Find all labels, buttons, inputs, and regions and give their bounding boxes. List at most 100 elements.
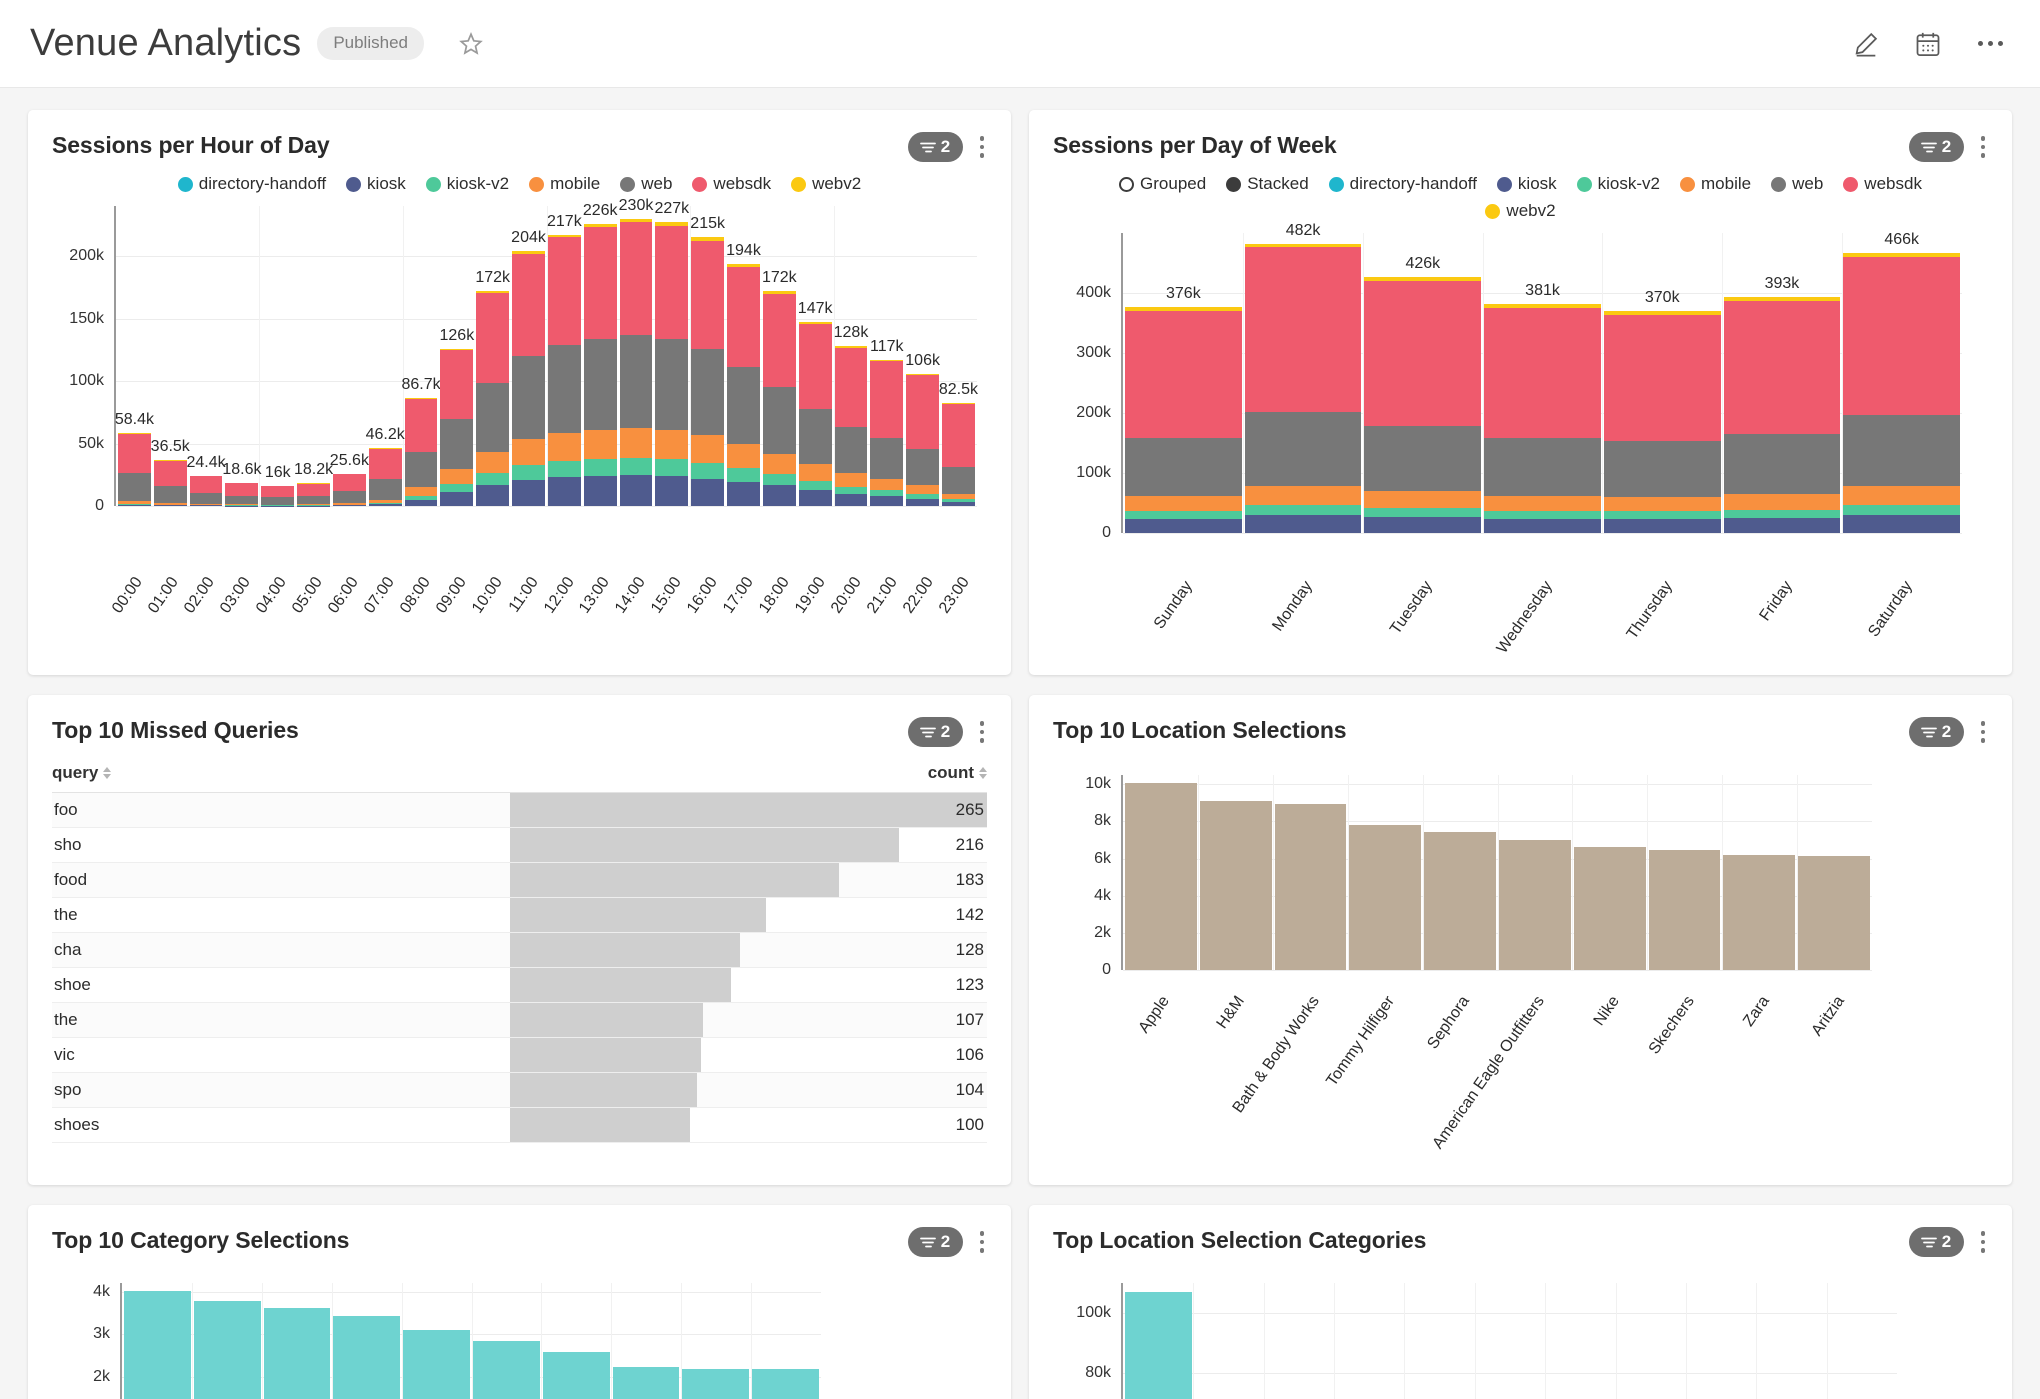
legend-item-stacked[interactable]: Stacked <box>1226 174 1309 194</box>
bar[interactable]: 204k <box>511 229 546 506</box>
bar[interactable]: 230k <box>619 197 653 506</box>
legend-item-mobile[interactable]: mobile <box>529 174 600 194</box>
bar-segment-mobile[interactable] <box>1364 491 1482 508</box>
bar-segment-mobile[interactable] <box>1843 486 1961 505</box>
bar-segment-web[interactable] <box>798 409 832 465</box>
bar[interactable] <box>1798 855 1870 970</box>
bar[interactable] <box>612 1367 680 1399</box>
bar[interactable] <box>1723 854 1796 970</box>
table-row[interactable]: the 107 <box>52 1003 987 1038</box>
bar[interactable]: 24.4k <box>186 454 226 506</box>
bar[interactable]: 117k <box>870 338 904 506</box>
bar-segment-kiosk[interactable] <box>727 481 760 506</box>
bar-segment-kiosk-v2[interactable] <box>1364 507 1482 517</box>
bar[interactable] <box>1424 831 1496 970</box>
bar-segment-websdk[interactable] <box>368 448 402 480</box>
bar-segment-mobile[interactable] <box>547 432 581 461</box>
bar[interactable]: 381k <box>1484 282 1601 533</box>
bar[interactable] <box>542 1352 610 1399</box>
filter-badge[interactable]: 2 <box>1908 132 1964 162</box>
bar-segment-kiosk[interactable] <box>1484 518 1601 533</box>
bar-segment-kiosk[interactable] <box>512 479 545 506</box>
bar-segment-web[interactable] <box>476 382 510 452</box>
legend-item-webv2[interactable]: webv2 <box>791 174 861 194</box>
bar-segment-kiosk[interactable] <box>332 505 366 506</box>
bar-segment-web[interactable] <box>942 467 975 494</box>
bar-segment-websdk[interactable] <box>261 486 295 497</box>
bar[interactable] <box>333 1316 401 1399</box>
bar-segment-kiosk-v2[interactable] <box>583 459 617 476</box>
bar-segment-kiosk[interactable] <box>118 504 151 506</box>
legend-item-directory-handoff[interactable]: directory-handoff <box>1328 174 1477 194</box>
legend-item-mobile[interactable]: mobile <box>1680 174 1751 194</box>
bar-segment-web[interactable] <box>332 491 366 504</box>
bar-segment-kiosk[interactable] <box>368 504 402 506</box>
bar-segment-websdk[interactable] <box>583 226 617 339</box>
bar[interactable]: 194k <box>726 242 761 506</box>
bar-segment-mobile[interactable] <box>727 443 760 468</box>
table-row[interactable]: foo 265 <box>52 793 987 828</box>
column-header-count[interactable]: count <box>928 763 987 783</box>
bar-segment-kiosk[interactable] <box>440 492 474 506</box>
bar-segment-websdk[interactable] <box>798 324 832 410</box>
bar-segment-kiosk[interactable] <box>1723 518 1841 533</box>
bar-segment-web[interactable] <box>762 387 796 454</box>
bar-segment-web[interactable] <box>1244 411 1362 486</box>
bar-segment-mobile[interactable] <box>870 479 904 491</box>
bar[interactable]: 370k <box>1603 289 1721 533</box>
table-row[interactable]: spo 104 <box>52 1073 987 1108</box>
bar-segment-web[interactable] <box>834 426 868 473</box>
bar-segment-kiosk[interactable] <box>583 476 617 506</box>
bar-segment-kiosk[interactable] <box>762 485 796 506</box>
table-row[interactable]: shoes 100 <box>52 1108 987 1143</box>
bar-segment-web[interactable] <box>691 349 725 436</box>
bar-segment-web[interactable] <box>1484 437 1601 496</box>
bar-segment-kiosk[interactable] <box>547 477 581 506</box>
bar-segment-web[interactable] <box>1603 440 1721 498</box>
pencil-icon[interactable] <box>1850 28 1882 60</box>
bar-segment-mobile[interactable] <box>691 435 725 463</box>
bar-segment-kiosk[interactable] <box>1125 518 1242 533</box>
calendar-icon[interactable] <box>1912 28 1944 60</box>
bar-segment-web[interactable] <box>727 366 760 444</box>
bar-segment-web[interactable] <box>655 338 689 430</box>
card-menu-icon[interactable] <box>1978 133 1989 161</box>
bar-segment-websdk[interactable] <box>906 374 940 449</box>
filter-badge[interactable]: 2 <box>1908 717 1964 747</box>
card-menu-icon[interactable] <box>977 718 988 746</box>
bar[interactable] <box>752 1369 819 1399</box>
bar-segment-websdk[interactable] <box>332 474 366 492</box>
filter-badge[interactable]: 2 <box>907 1227 963 1257</box>
bar-segment-kiosk[interactable] <box>619 475 653 506</box>
card-menu-icon[interactable] <box>977 133 988 161</box>
bar-segment-web[interactable] <box>1723 434 1841 495</box>
bar-segment-kiosk[interactable] <box>834 493 868 506</box>
bar[interactable] <box>1199 801 1272 970</box>
bar-segment-web[interactable] <box>619 335 653 428</box>
bar-segment-kiosk[interactable] <box>798 489 832 506</box>
bar-segment-websdk[interactable] <box>189 475 223 493</box>
star-icon[interactable] <box>454 27 488 61</box>
bar[interactable] <box>472 1341 540 1399</box>
bar[interactable] <box>682 1368 750 1399</box>
bar[interactable]: 36.5k <box>151 438 190 506</box>
bar-segment-websdk[interactable] <box>1484 308 1601 438</box>
bar-segment-websdk[interactable] <box>1125 311 1242 439</box>
bar-segment-mobile[interactable] <box>1484 495 1601 511</box>
bar-segment-websdk[interactable] <box>834 347 868 427</box>
column-header-query[interactable]: query <box>52 763 112 783</box>
bar[interactable]: 86.7k <box>401 376 441 506</box>
bar[interactable]: 217k <box>547 213 582 506</box>
bar[interactable]: 172k <box>762 269 797 506</box>
bar-segment-kiosk-v2[interactable] <box>1125 510 1242 519</box>
bar-segment-websdk[interactable] <box>440 349 474 420</box>
bar-segment-web[interactable] <box>118 473 151 501</box>
bar-segment-kiosk[interactable] <box>942 501 975 506</box>
bar-segment-web[interactable] <box>368 479 402 500</box>
bar-segment-kiosk-v2[interactable] <box>619 457 653 476</box>
bar-segment-mobile[interactable] <box>619 427 653 458</box>
bar-segment-mobile[interactable] <box>404 487 438 496</box>
table-row[interactable]: cha 128 <box>52 933 987 968</box>
bar-segment-mobile[interactable] <box>512 438 545 465</box>
legend-item-directory-handoff[interactable]: directory-handoff <box>177 174 326 194</box>
